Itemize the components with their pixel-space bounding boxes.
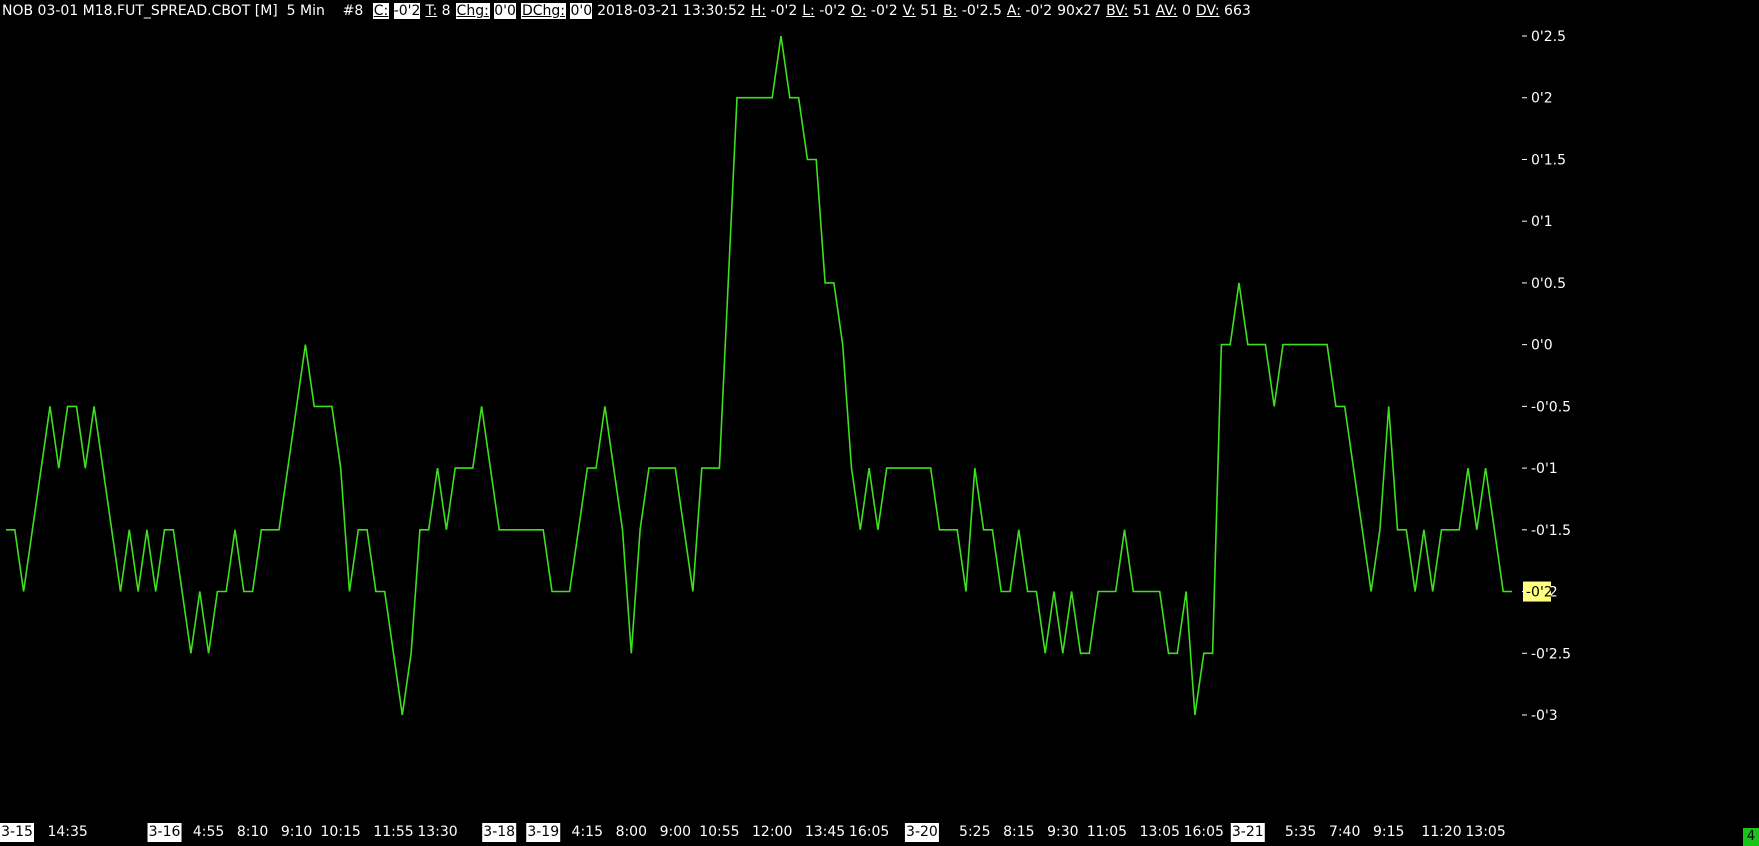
- x-time-label: 16:05: [849, 824, 889, 840]
- y-tick-label: 0'0: [1531, 338, 1553, 354]
- y-tick-label: 0'1.5: [1531, 152, 1566, 168]
- x-time-label: 11:20: [1421, 824, 1461, 840]
- y-tick-label: 0'0.5: [1531, 276, 1566, 292]
- x-date-label: 3-16: [149, 824, 181, 840]
- price-line: [6, 35, 1512, 716]
- x-time-label: 13:30: [417, 824, 457, 840]
- x-time-label: 12:00: [752, 824, 792, 840]
- x-date-label: 3-18: [483, 824, 515, 840]
- x-time-label: 4:15: [572, 824, 603, 840]
- x-time-label: 9:15: [1373, 824, 1404, 840]
- x-time-label: 10:55: [699, 824, 739, 840]
- x-time-label: 13:05: [1465, 824, 1505, 840]
- x-time-label: 9:10: [281, 824, 312, 840]
- x-time-label: 16:05: [1184, 824, 1224, 840]
- x-date-label: 3-21: [1232, 824, 1264, 840]
- y-tick-label: 0'2.5: [1531, 29, 1566, 45]
- x-time-label: 8:10: [237, 824, 268, 840]
- x-time-label: 4:55: [193, 824, 224, 840]
- y-tick-label: -0'1.5: [1531, 523, 1571, 539]
- y-tick-label: -0'3: [1531, 708, 1558, 724]
- x-time-label: 14:35: [47, 824, 87, 840]
- x-time-label: 8:00: [616, 824, 647, 840]
- y-tick-label: -0'1: [1531, 461, 1558, 477]
- x-time-label: 5:35: [1285, 824, 1316, 840]
- status-badge: 4: [1743, 828, 1759, 846]
- x-time-label: 5:25: [959, 824, 990, 840]
- x-date-label: 3-20: [906, 824, 938, 840]
- y-tick-label: 0'2: [1531, 91, 1553, 107]
- y-tick-label: -0'0.5: [1531, 399, 1571, 415]
- price-chart[interactable]: 0'2.5 0'2 0'1.5 0'1 0'0.5 0'0 -0'0.5 -0'1 -0'1.5…: [0, 0, 1759, 846]
- x-time-label: 9:30: [1047, 824, 1078, 840]
- x-time-label: 11:55: [373, 824, 413, 840]
- x-time-label: 13:05: [1140, 824, 1180, 840]
- x-date-label: 3-15: [1, 824, 33, 840]
- x-date-label: 3-19: [527, 824, 559, 840]
- y-tick-label: -0'2.5: [1531, 646, 1571, 662]
- x-time-label: 11:05: [1087, 824, 1127, 840]
- x-time-label: 7:40: [1329, 824, 1360, 840]
- x-time-label: 9:00: [660, 824, 691, 840]
- last-price-label: -0'2: [1526, 585, 1553, 601]
- y-tick-label: 0'1: [1531, 214, 1553, 230]
- x-time-label: 8:15: [1003, 824, 1034, 840]
- x-time-label: 10:15: [320, 824, 360, 840]
- x-time-label: 13:45: [805, 824, 845, 840]
